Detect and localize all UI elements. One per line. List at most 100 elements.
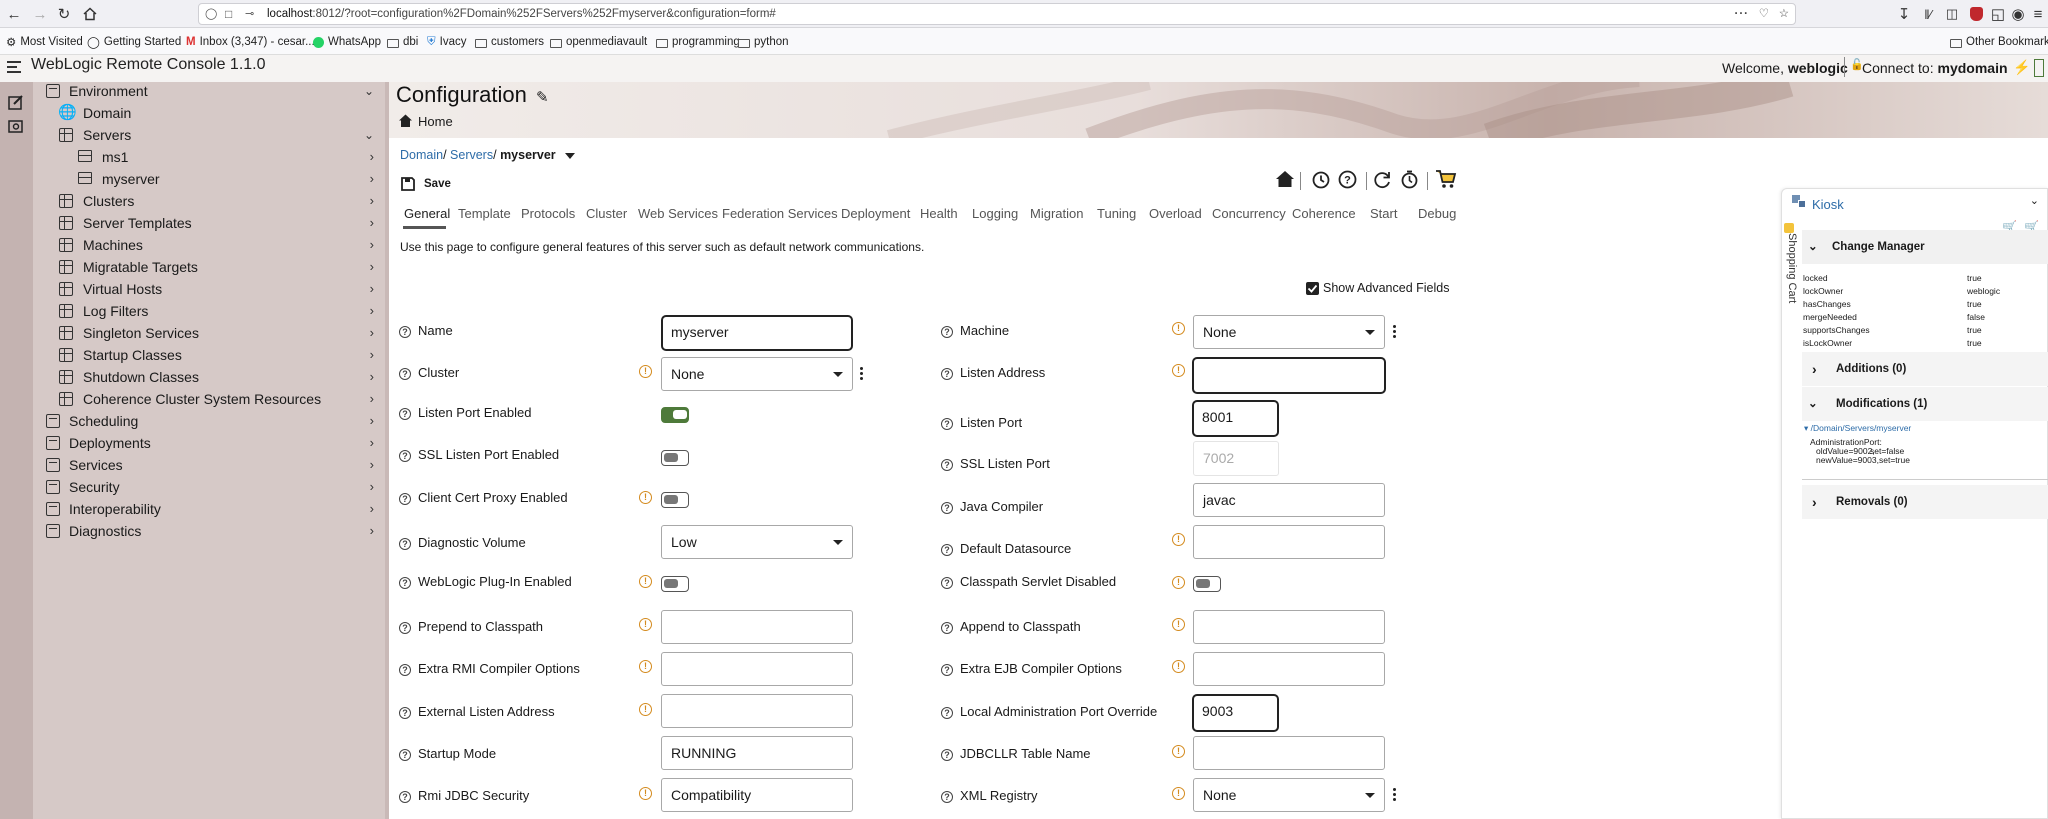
help-icon[interactable]: ? [941,544,953,556]
java-compiler-input[interactable]: javac [1193,483,1385,517]
caret-down-icon[interactable] [565,152,576,159]
help-icon[interactable]: ? [941,577,953,589]
nav-startup-classes[interactable]: Startup Classes › [33,344,388,366]
tab-logging[interactable]: Logging [972,206,1018,221]
diagnostic-volume-select[interactable]: Low [661,525,853,559]
nav-services[interactable]: Services › [33,454,388,476]
nav-environment[interactable]: Environment ⌄ [33,80,388,102]
help-icon[interactable]: ? [399,622,411,634]
plugin-enabled-toggle[interactable] [661,576,689,592]
nav-log-filters[interactable]: Log Filters › [33,300,388,322]
nav-domain[interactable]: 🌐 Domain [33,102,388,124]
rmi-jdbc-security-input[interactable]: Compatibility [661,778,853,812]
nav-splitter[interactable] [385,82,389,819]
external-listen-input[interactable] [661,694,853,728]
machine-select[interactable]: None [1193,315,1385,349]
hamburger-icon[interactable] [7,61,21,73]
edit-tree-icon[interactable] [8,94,24,110]
nav-migratable-targets[interactable]: Migratable Targets › [33,256,388,278]
help-icon[interactable]: ? [941,791,953,803]
name-input[interactable]: myserver [661,315,853,351]
extra-rmi-input[interactable] [661,652,853,686]
help-icon[interactable]: ? [941,707,953,719]
sidebar-icon[interactable]: ◫ [1942,4,1962,24]
bookmark-inbox[interactable]: M Inbox (3,347) - cesar... [186,34,315,50]
modifications-section[interactable]: ⌄ Modifications (1) [1802,387,2048,421]
help-icon[interactable]: ? [399,326,411,338]
shopping-cart-icon[interactable] [1435,168,1457,190]
removals-section[interactable]: › Removals (0) [1802,485,2048,519]
tab-debug[interactable]: Debug [1418,206,1456,221]
tab-overload[interactable]: Overload [1149,206,1202,221]
bookmark-getting-started[interactable]: ◯ Getting Started [87,34,181,50]
nav-server-ms1[interactable]: ms1 › [33,146,388,168]
modification-path[interactable]: ▾ /Domain/Servers/myserver [1804,423,1911,434]
tab-concurrency[interactable]: Concurrency [1212,206,1286,221]
tab-health[interactable]: Health [920,206,958,221]
help-icon[interactable]: ? [399,450,411,462]
ssl-listen-port-enabled-toggle[interactable] [661,450,689,466]
back-icon[interactable]: ← [4,4,24,24]
listen-address-input[interactable] [1192,357,1386,394]
additions-section[interactable]: › Additions (0) [1802,352,2048,386]
help-icon[interactable]: ? [941,459,953,471]
bookmark-programming[interactable]: programming [656,34,740,50]
extension-2-icon[interactable]: ◱ [1988,4,2008,24]
home-icon[interactable] [1275,170,1295,188]
change-manager-section[interactable]: ⌄ Change Manager [1802,230,2048,264]
help-icon[interactable]: ? [1338,170,1357,189]
bookmark-openmediavault[interactable]: openmediavault [550,34,647,50]
help-icon[interactable]: ? [941,502,953,514]
nav-servers[interactable]: Servers ⌄ [33,124,388,146]
nav-clusters[interactable]: Clusters › [33,190,388,212]
connect-to[interactable]: Connect to: mydomain [1862,60,2008,76]
panel-toggle-icon[interactable] [2034,59,2044,77]
extension-icon[interactable] [1966,4,1986,24]
help-icon[interactable]: ? [941,326,953,338]
monitoring-tree-icon[interactable] [8,118,24,134]
nav-coherence[interactable]: Coherence Cluster System Resources › [33,388,388,410]
help-icon[interactable]: ? [399,368,411,380]
nav-security[interactable]: Security › [33,476,388,498]
tab-template[interactable]: Template [458,206,511,221]
tab-protocols[interactable]: Protocols [521,206,575,221]
nav-shutdown-classes[interactable]: Shutdown Classes › [33,366,388,388]
more-options-icon[interactable] [1393,325,1397,339]
breadcrumb-domain[interactable]: Domain [400,148,443,162]
menu-icon[interactable]: ≡ [2028,4,2048,24]
page-actions-icon[interactable]: ··· [1735,4,1750,24]
reload-icon[interactable] [1373,170,1392,189]
tab-migration[interactable]: Migration [1030,206,1083,221]
bookmark-customers[interactable]: customers [475,34,544,50]
nav-singleton-services[interactable]: Singleton Services › [33,322,388,344]
extra-ejb-input[interactable] [1193,652,1385,686]
save-button[interactable]: Save [400,176,460,194]
cluster-select[interactable]: None [661,357,853,391]
history-icon[interactable] [1311,170,1330,189]
address-bar[interactable]: ◯ □ ⊸ localhost:8012/?root=configuration… [198,3,1796,25]
help-icon[interactable]: ? [399,707,411,719]
auto-reload-icon[interactable] [1400,170,1419,189]
help-icon[interactable]: ? [399,749,411,761]
help-icon[interactable]: ? [941,664,953,676]
help-icon[interactable]: ? [399,493,411,505]
pocket-icon[interactable]: ♡ [1759,4,1769,24]
nav-diagnostics[interactable]: Diagnostics › [33,520,388,542]
tab-tuning[interactable]: Tuning [1097,206,1136,221]
bookmark-python[interactable]: python [738,34,789,50]
append-classpath-input[interactable] [1193,610,1385,644]
client-cert-toggle[interactable] [661,492,689,508]
nav-machines[interactable]: Machines › [33,234,388,256]
breadcrumb-servers[interactable]: Servers [450,148,493,162]
prepend-classpath-input[interactable] [661,610,853,644]
help-icon[interactable]: ? [399,664,411,676]
tab-general[interactable]: General [404,206,450,221]
reload-icon[interactable]: ↻ [54,4,74,24]
xml-registry-select[interactable]: None [1193,778,1385,812]
chevron-double-down-icon[interactable]: ⌄ [2030,194,2039,207]
nav-server-myserver[interactable]: myserver › [33,168,388,190]
nav-virtual-hosts[interactable]: Virtual Hosts › [33,278,388,300]
shopping-cart-tab[interactable]: Shopping Cart [1782,223,1798,323]
tab-start[interactable]: Start [1370,206,1397,221]
disconnect-icon[interactable]: ⚡ [2013,59,2030,76]
